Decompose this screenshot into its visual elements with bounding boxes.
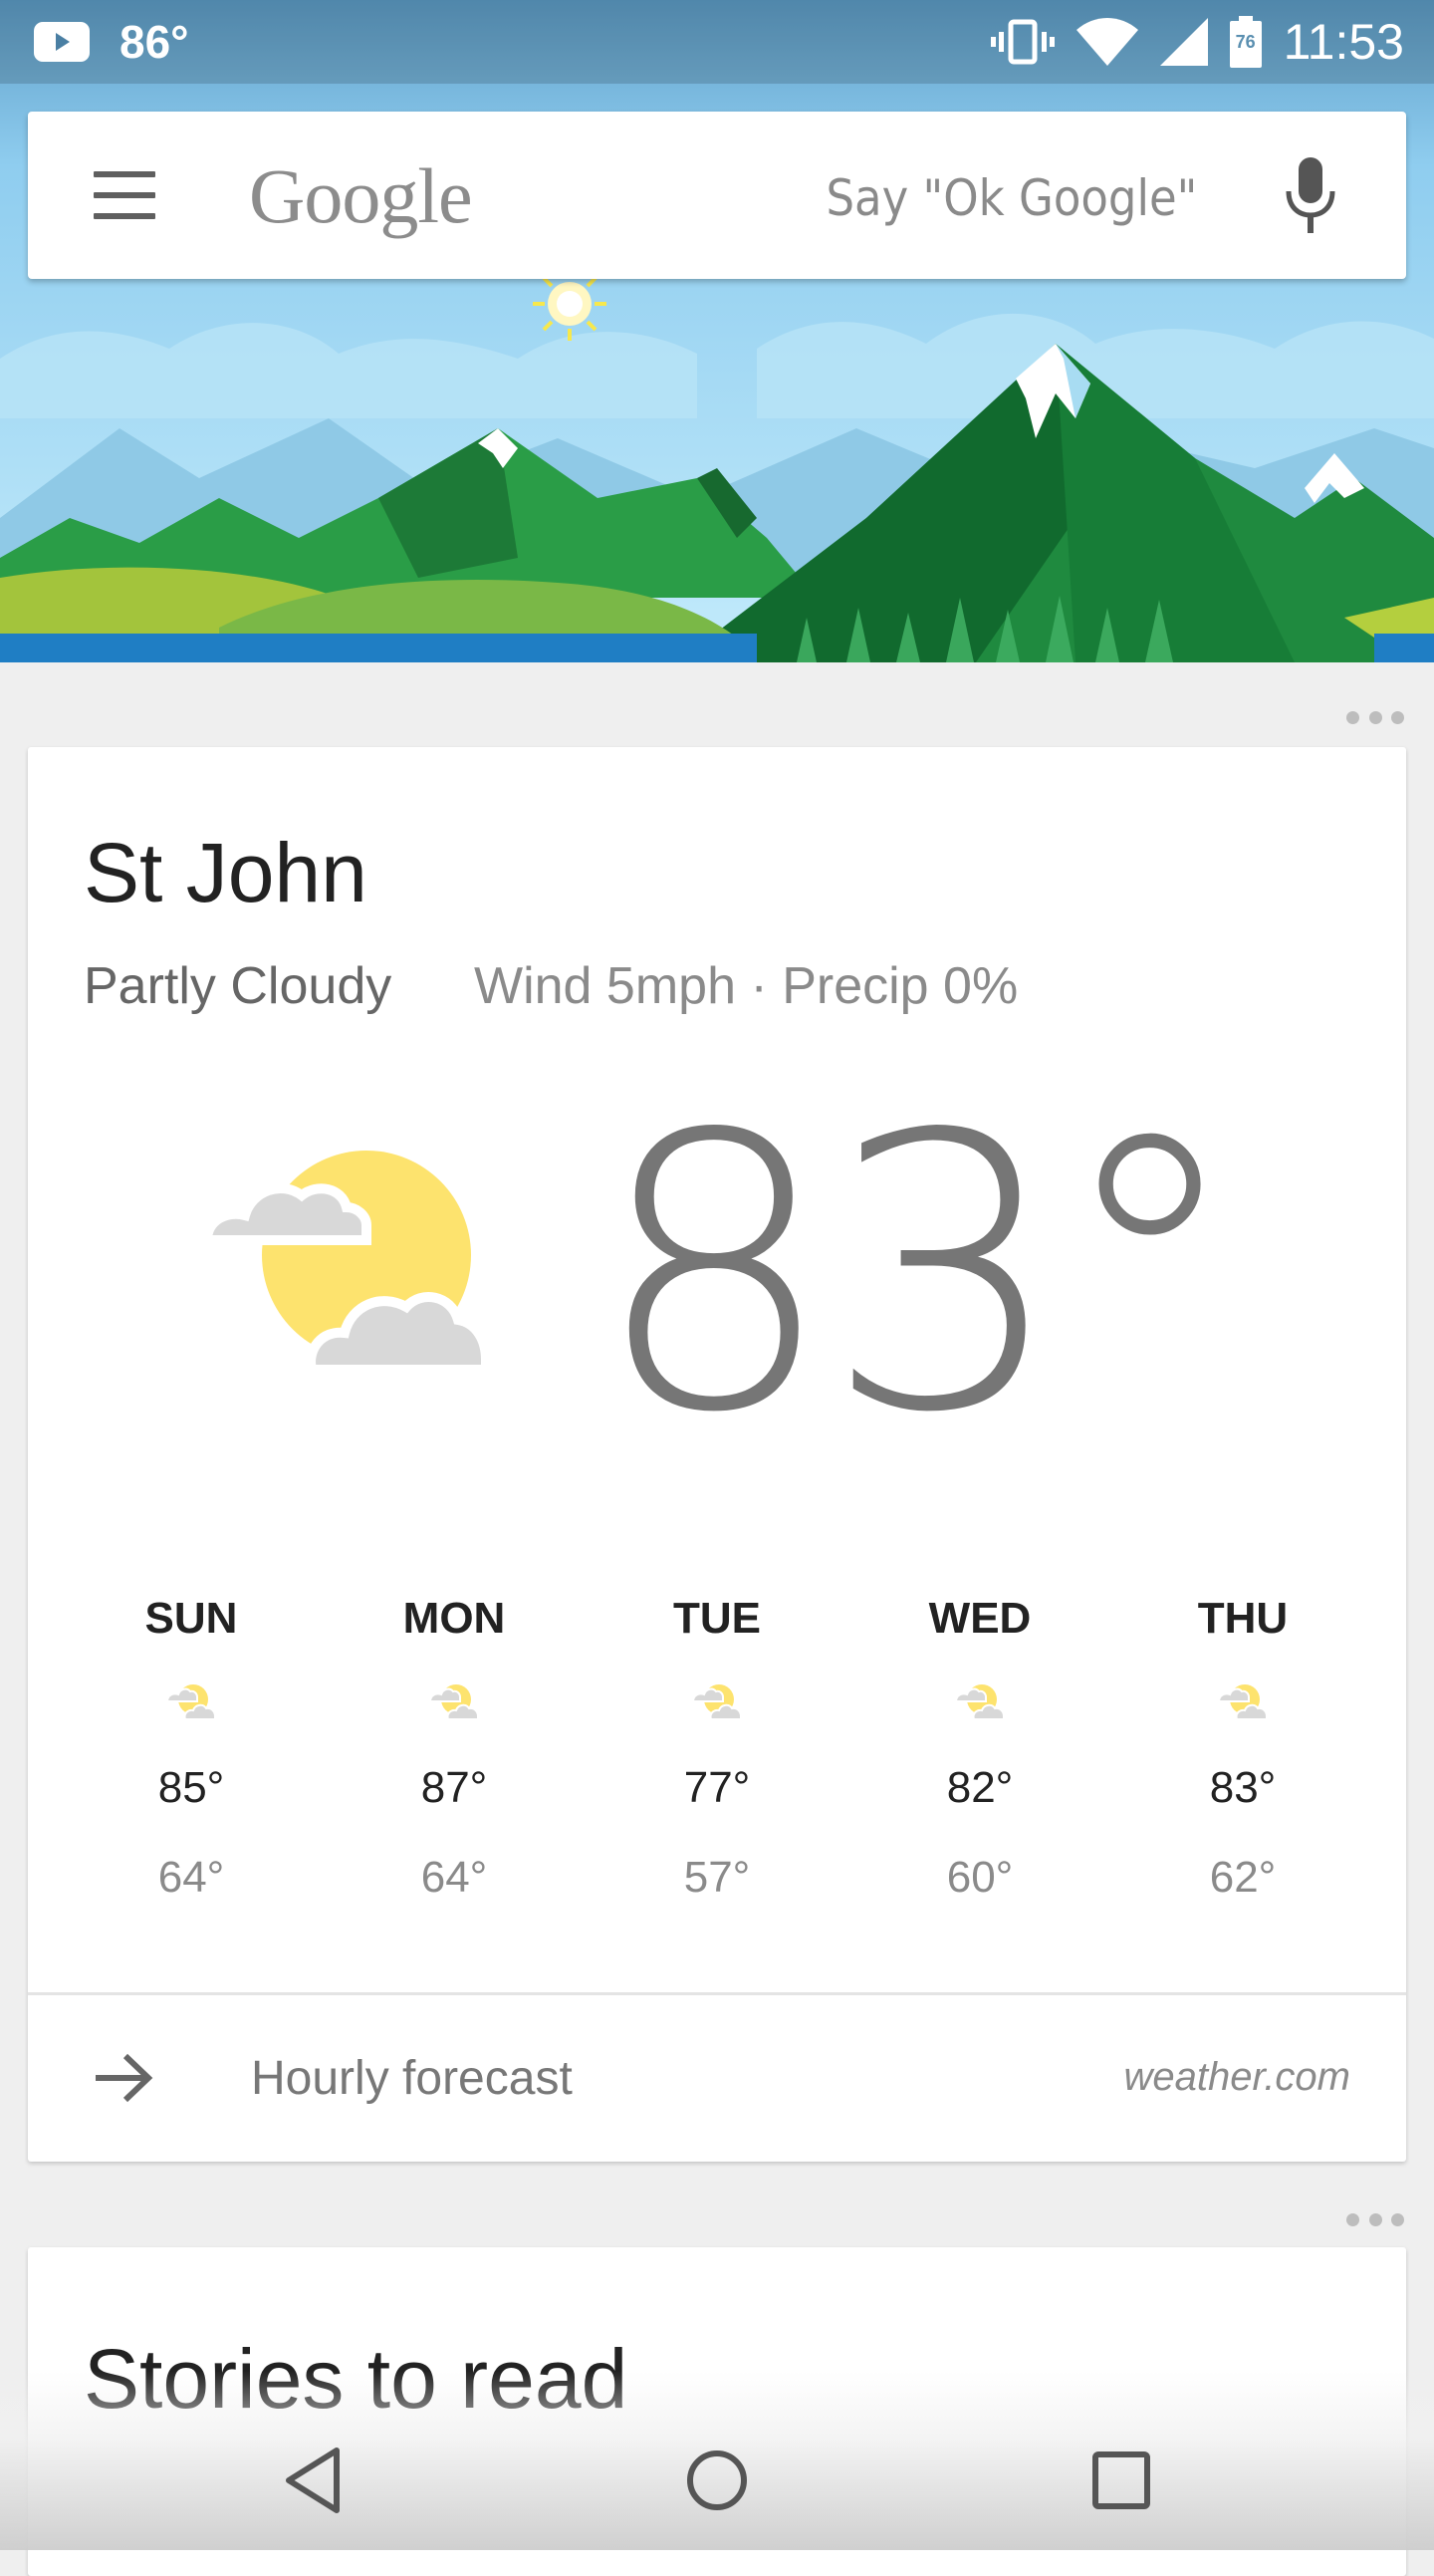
battery-level: 76 [1235, 32, 1256, 52]
current-temperature: 83° [594, 1054, 1245, 1495]
forecast-low: 57° [683, 1853, 751, 1902]
navigation-bar [0, 2371, 1434, 2550]
youtube-icon [34, 22, 90, 62]
voice-search-hint[interactable]: Say "Ok Google" [826, 169, 1197, 227]
search-bar[interactable]: Google Say "Ok Google" [28, 112, 1406, 279]
status-bar: 86° 76 11:53 [0, 0, 1434, 84]
hourly-forecast-link[interactable]: Hourly forecast weather.com [28, 1995, 1406, 2162]
stories-card-overflow-menu[interactable] [1346, 2213, 1404, 2227]
status-time: 11:53 [1283, 14, 1404, 70]
forecast-high: 87° [420, 1763, 488, 1812]
weather-source-link[interactable]: weather.com [1124, 2055, 1351, 2100]
back-icon[interactable] [275, 2441, 355, 2520]
home-icon[interactable] [677, 2441, 757, 2520]
overflow-dot [1391, 711, 1404, 724]
status-temperature: 86° [120, 16, 189, 68]
signal-icon [1159, 18, 1208, 66]
weather-city: St John [84, 826, 367, 919]
forecast-high: 82° [946, 1763, 1014, 1812]
weather-details: Wind 5mph · Precip 0% [474, 957, 1019, 1015]
recents-icon[interactable] [1081, 2441, 1161, 2520]
forecast-day-name: SUN [144, 1594, 238, 1643]
menu-icon[interactable] [94, 171, 155, 219]
forecast-day-name: WED [928, 1594, 1032, 1643]
forecast-low: 62° [1209, 1853, 1277, 1902]
arrow-right-icon [96, 2053, 153, 2103]
forecast-day-name: THU [1197, 1594, 1289, 1643]
partly-cloudy-icon [428, 1684, 479, 1720]
partly-cloudy-icon [1217, 1684, 1268, 1720]
hourly-forecast-label: Hourly forecast [251, 2052, 573, 2105]
forecast-low: 64° [420, 1853, 488, 1902]
forecast-day: SUN 85° 64° [110, 1594, 273, 1952]
partly-cloudy-icon [954, 1684, 1005, 1720]
forecast-day-name: TUE [673, 1594, 761, 1643]
weather-card-overflow-menu[interactable] [1346, 711, 1404, 725]
daily-forecast: SUN 85° 64° MON 87° 64° TUE 77° 57° WED 82° 60° THU 8… [28, 1594, 1406, 1952]
overflow-dot [1368, 2213, 1382, 2226]
overflow-dot [1346, 711, 1359, 724]
weather-card[interactable]: St John Partly Cloudy Wind 5mph · Precip… [28, 747, 1406, 2162]
forecast-high: 85° [157, 1763, 225, 1812]
mic-icon[interactable] [1283, 157, 1338, 237]
wifi-icon [1076, 18, 1138, 66]
forecast-day: THU 83° 62° [1161, 1594, 1324, 1952]
forecast-day: TUE 77° 57° [635, 1594, 799, 1952]
forecast-low: 64° [157, 1853, 225, 1902]
forecast-high: 77° [683, 1763, 751, 1812]
partly-cloudy-icon [165, 1684, 216, 1720]
forecast-low: 60° [946, 1853, 1014, 1902]
partly-cloudy-icon [691, 1684, 742, 1720]
weather-condition: Partly Cloudy [84, 957, 392, 1015]
forecast-day-name: MON [402, 1594, 506, 1643]
overflow-dot [1346, 2213, 1359, 2226]
forecast-high: 83° [1209, 1763, 1277, 1812]
overflow-dot [1368, 711, 1382, 724]
forecast-day: WED 82° 60° [898, 1594, 1062, 1952]
overflow-dot [1391, 2213, 1404, 2226]
partly-cloudy-icon [201, 1151, 491, 1375]
header-scenery [0, 0, 1434, 662]
google-logo: Google [249, 152, 473, 239]
forecast-day: MON 87° 64° [372, 1594, 536, 1952]
vibrate-icon [990, 19, 1055, 65]
battery-icon: 76 [1229, 16, 1262, 68]
